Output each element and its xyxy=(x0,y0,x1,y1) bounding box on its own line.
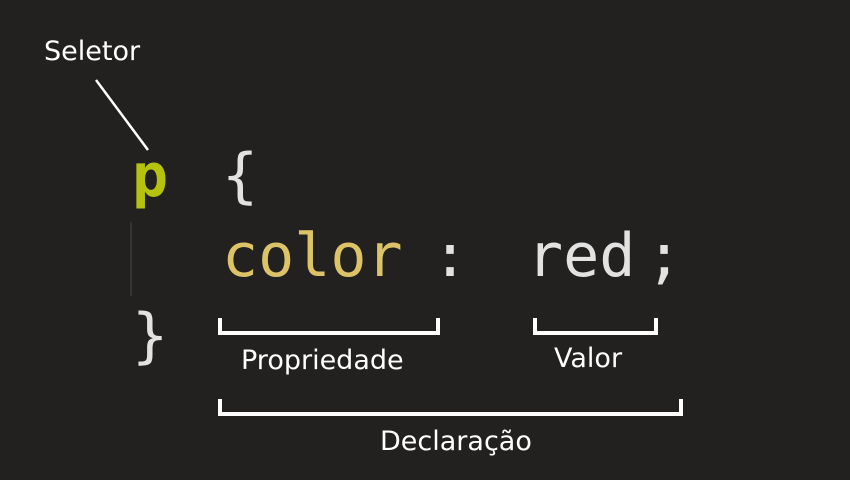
selector-pointer-line xyxy=(94,79,150,151)
value-label: Valor xyxy=(554,343,623,374)
selector-token: p xyxy=(132,141,169,211)
property-bracket xyxy=(218,318,440,335)
css-rule-diagram: Seletor p { color : red ; } Propriedade … xyxy=(0,0,850,480)
value-token: red xyxy=(527,221,636,291)
property-label: Propriedade xyxy=(241,345,404,376)
property-token: color xyxy=(222,221,403,291)
selector-label: Seletor xyxy=(44,36,141,67)
declaration-bracket xyxy=(218,399,683,416)
declaration-label: Declaração xyxy=(380,426,532,457)
close-brace-token: } xyxy=(132,301,169,371)
semicolon-token: ; xyxy=(646,221,683,291)
value-bracket xyxy=(533,318,658,335)
open-brace-token: { xyxy=(222,141,259,211)
colon-token: : xyxy=(432,221,469,291)
annotation-lines xyxy=(94,79,683,416)
